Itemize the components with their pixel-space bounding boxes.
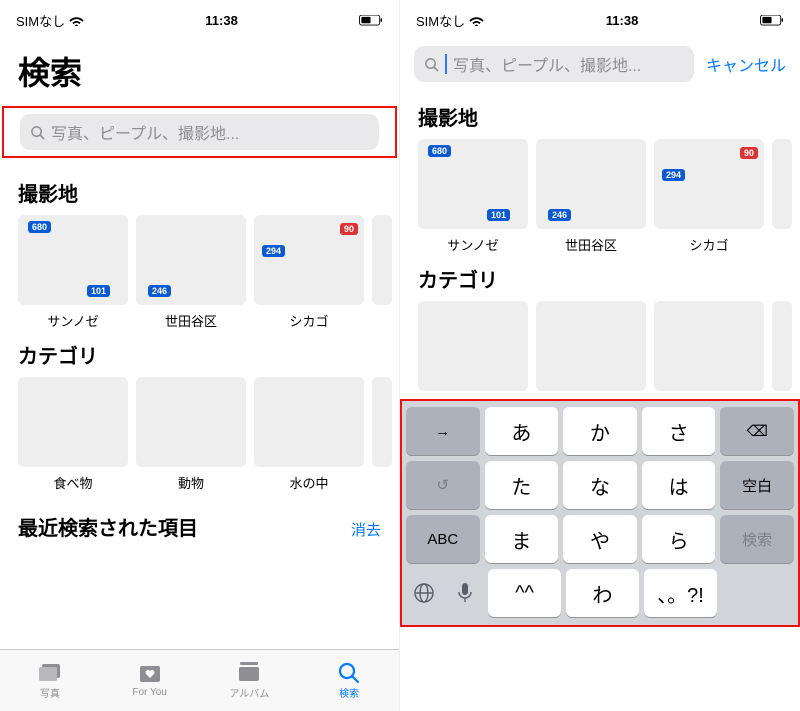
category-tile[interactable]: [654, 301, 764, 391]
key-globe[interactable]: [406, 571, 442, 615]
text-cursor: [445, 54, 447, 74]
section-categories-title: カテゴリ: [0, 330, 399, 377]
place-tile-peek[interactable]: [372, 215, 392, 330]
keyboard: → あ か さ ⌫ ↺ た な は 空白 ABC ま や ら 検索: [402, 401, 798, 625]
clock: 11:38: [606, 13, 639, 28]
key-emoticon[interactable]: ^^: [488, 569, 561, 617]
search-icon: [30, 125, 45, 140]
clock: 11:38: [205, 13, 238, 28]
key-kana[interactable]: ま: [485, 515, 559, 563]
sim-status: SIMなし: [416, 11, 465, 30]
search-input[interactable]: 写真、ピープル、撮影地...: [20, 114, 379, 150]
pane-default: SIMなし 11:38 検索 写真、ピープル、撮影地... 撮影地 680101…: [0, 0, 400, 711]
search-input[interactable]: 写真、ピープル、撮影地...: [414, 46, 694, 82]
key-kana[interactable]: ら: [642, 515, 716, 563]
place-tile[interactable]: 246 世田谷区: [536, 139, 646, 254]
search-placeholder: 写真、ピープル、撮影地...: [51, 120, 239, 144]
category-tile-peek[interactable]: [772, 301, 792, 391]
tab-photos[interactable]: 写真: [0, 650, 100, 711]
category-tile[interactable]: [536, 301, 646, 391]
key-undo[interactable]: ↺: [406, 461, 480, 509]
recent-header: 最近検索された項目 消去: [0, 492, 399, 547]
search-placeholder: 写真、ピープル、撮影地...: [453, 52, 641, 76]
albums-icon: [236, 661, 262, 683]
place-tile[interactable]: 29490 シカゴ: [254, 215, 364, 330]
category-tile[interactable]: [418, 301, 528, 391]
categories-row: [400, 301, 800, 391]
key-kana[interactable]: な: [563, 461, 637, 509]
search-tab-icon: [336, 661, 362, 683]
key-kana[interactable]: や: [563, 515, 637, 563]
cancel-button[interactable]: キャンセル: [706, 52, 786, 76]
clear-button[interactable]: 消去: [351, 519, 381, 540]
key-kana[interactable]: か: [563, 407, 637, 455]
section-categories-title: カテゴリ: [400, 254, 800, 301]
search-highlight-box: 写真、ピープル、撮影地...: [2, 106, 397, 158]
key-space[interactable]: 空白: [720, 461, 794, 509]
section-places-title: 撮影地: [0, 168, 399, 215]
page-title: 検索: [0, 40, 399, 106]
category-tile-peek[interactable]: [372, 377, 392, 492]
mic-icon: [457, 582, 473, 604]
categories-row: 食べ物 動物 水の中: [0, 377, 399, 492]
status-bar: SIMなし 11:38: [400, 0, 800, 40]
places-row: 680101 サンノゼ 246 世田谷区 29490 シカゴ: [400, 139, 800, 254]
status-bar: SIMなし 11:38: [0, 0, 399, 40]
keyboard-highlight-box: → あ か さ ⌫ ↺ た な は 空白 ABC ま や ら 検索: [400, 399, 800, 627]
place-tile[interactable]: 680101 サンノゼ: [418, 139, 528, 254]
key-kana[interactable]: は: [642, 461, 716, 509]
places-row: 680101 サンノゼ 246 世田谷区 29490 シカゴ: [0, 215, 399, 330]
key-kana[interactable]: た: [485, 461, 559, 509]
key-kana[interactable]: あ: [485, 407, 559, 455]
place-tile-peek[interactable]: [772, 139, 792, 254]
photos-icon: [37, 661, 63, 683]
battery-icon: [760, 15, 784, 26]
wifi-icon: [69, 15, 84, 26]
battery-icon: [359, 15, 383, 26]
key-kana[interactable]: わ: [566, 569, 639, 617]
sim-status: SIMなし: [16, 11, 65, 30]
tab-bar: 写真 For You アルバム 検索: [0, 649, 399, 711]
globe-icon: [413, 582, 435, 604]
heart-icon: [137, 663, 163, 685]
tab-foryou[interactable]: For You: [100, 650, 200, 711]
key-abc[interactable]: ABC: [406, 515, 480, 563]
key-search[interactable]: 検索: [720, 515, 794, 563]
search-icon: [424, 57, 439, 72]
key-next-field[interactable]: →: [406, 407, 480, 455]
place-tile[interactable]: 680101 サンノゼ: [18, 215, 128, 330]
key-mic[interactable]: [447, 571, 483, 615]
wifi-icon: [469, 15, 484, 26]
category-tile[interactable]: 動物: [136, 377, 246, 492]
place-tile[interactable]: 29490 シカゴ: [654, 139, 764, 254]
category-tile[interactable]: 水の中: [254, 377, 364, 492]
tab-search[interactable]: 検索: [299, 650, 399, 711]
pane-active-search: SIMなし 11:38 写真、ピープル、撮影地... キャンセル 撮影地 680…: [400, 0, 800, 711]
key-backspace[interactable]: ⌫: [720, 407, 794, 455]
place-tile[interactable]: 246 世田谷区: [136, 215, 246, 330]
key-punct[interactable]: 、。?!: [644, 569, 717, 617]
search-row: 写真、ピープル、撮影地... キャンセル: [400, 40, 800, 92]
category-tile[interactable]: 食べ物: [18, 377, 128, 492]
key-kana[interactable]: さ: [642, 407, 716, 455]
tab-albums[interactable]: アルバム: [200, 650, 300, 711]
section-places-title: 撮影地: [400, 92, 800, 139]
